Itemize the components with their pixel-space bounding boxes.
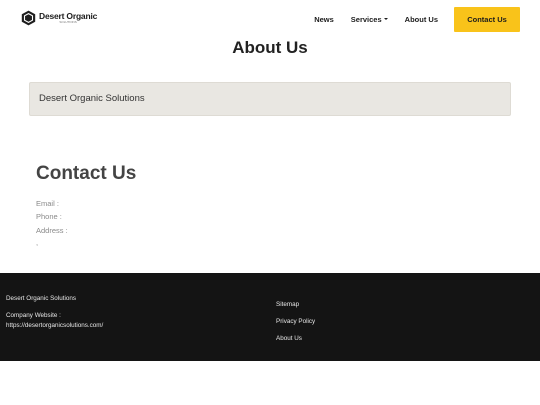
site-footer: Desert Organic Solutions Company Website… — [0, 273, 540, 361]
nav-about-link[interactable]: About Us — [405, 15, 438, 24]
company-name-card: Desert Organic Solutions — [29, 82, 511, 116]
nav-services-dropdown[interactable]: Services — [351, 15, 388, 24]
company-name: Desert Organic Solutions — [39, 93, 145, 104]
contact-email-label: Email : — [36, 199, 59, 208]
brand-logo[interactable]: Desert Organic SOLUTIONS — [21, 10, 97, 26]
hexagon-logo-icon — [21, 10, 36, 26]
footer-about-link[interactable]: About Us — [276, 335, 302, 342]
brand-name: Desert Organic — [39, 10, 98, 21]
main-nav: News Services About Us Contact Us — [297, 0, 520, 38]
page-title: About Us — [232, 38, 308, 57]
footer-company-name: Desert Organic Solutions — [6, 295, 76, 302]
footer-website-link[interactable]: https://desertorganicsolutions.com/ — [6, 322, 103, 329]
footer-website-label: Company Website : — [6, 312, 61, 319]
contact-address-extra: , — [36, 238, 39, 247]
brand-tagline: SOLUTIONS — [59, 20, 77, 25]
contact-us-button[interactable]: Contact Us — [454, 6, 520, 32]
footer-privacy-link[interactable]: Privacy Policy — [276, 318, 315, 325]
contact-phone-label: Phone : — [36, 212, 62, 221]
nav-news-link[interactable]: News — [314, 15, 334, 24]
caret-down-icon — [383, 18, 388, 20]
top-navbar: Desert Organic SOLUTIONS News Services A… — [0, 0, 540, 38]
footer-sitemap-link[interactable]: Sitemap — [276, 301, 299, 308]
contact-heading: Contact Us — [36, 163, 137, 184]
nav-services-label: Services — [350, 14, 382, 24]
contact-address-label: Address : — [36, 226, 68, 235]
